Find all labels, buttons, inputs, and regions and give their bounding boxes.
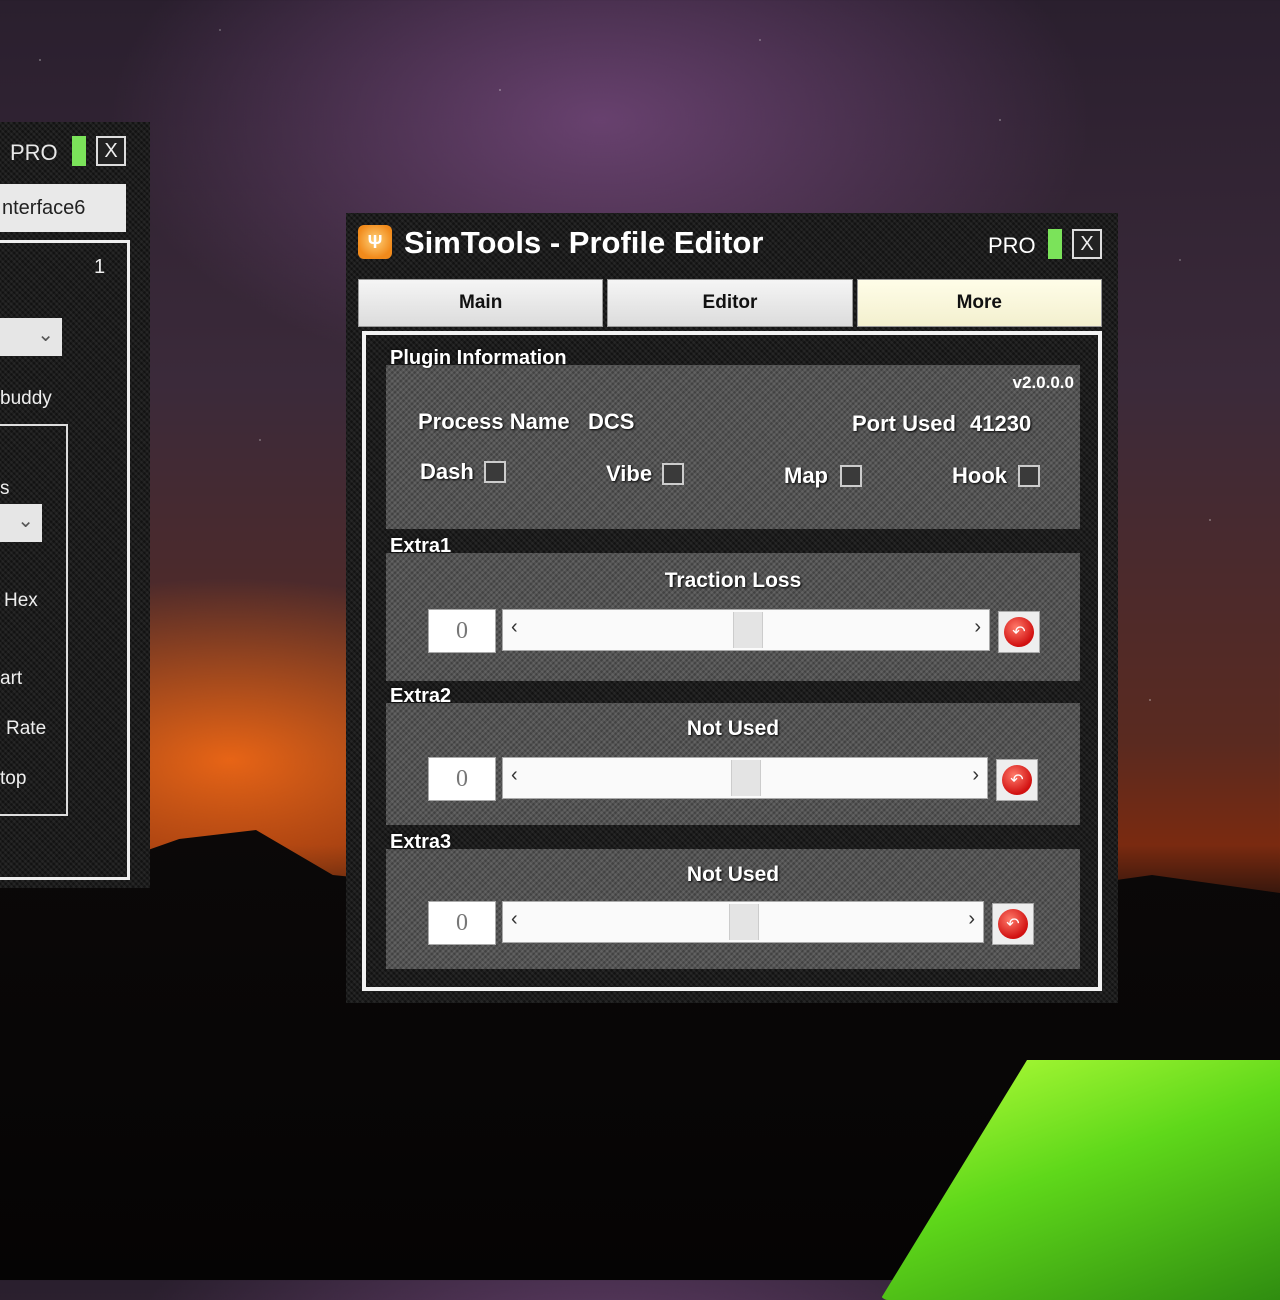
extra3-value[interactable]: 0: [428, 901, 496, 945]
scroll-right-icon[interactable]: ›: [974, 616, 981, 639]
group-title: Plugin Information: [390, 347, 567, 369]
dropdown-1[interactable]: ⌄: [0, 318, 62, 356]
inner-frame: [0, 424, 68, 816]
extra2-slider[interactable]: ‹ ›: [502, 757, 988, 799]
extra2-value[interactable]: 0: [428, 757, 496, 801]
title-bar[interactable]: Ψ SimTools - Profile Editor PRO X: [346, 213, 1118, 275]
process-name-value: DCS: [588, 409, 635, 434]
window-title: SimTools - Profile Editor: [404, 225, 764, 260]
checkbox-label-dash: Dash: [420, 459, 474, 484]
left-label-s: s: [0, 478, 10, 499]
left-label-hex: Hex: [4, 590, 38, 611]
checkbox-label-hook: Hook: [952, 463, 1007, 488]
scroll-left-icon[interactable]: ‹: [511, 764, 518, 787]
checkbox-hook[interactable]: [1018, 465, 1040, 487]
scroll-left-icon[interactable]: ‹: [511, 616, 518, 639]
extra3-title: Not Used: [686, 863, 780, 886]
slider-thumb[interactable]: [733, 612, 763, 648]
tab-main[interactable]: Main: [358, 279, 604, 327]
left-label-buddy: buddy: [0, 388, 52, 409]
extra3-slider[interactable]: ‹ ›: [502, 901, 984, 943]
number-label: 1: [94, 256, 106, 278]
extra2-panel: Not Used 0 ‹ › ↶: [386, 703, 1080, 825]
port-used-label: Port Used: [852, 411, 956, 436]
content-panel: v2.0.0.0 Process Name DCS Port Used 4123…: [362, 331, 1102, 991]
dropdown-2[interactable]: ⌄: [0, 504, 42, 542]
left-label-top: top: [0, 768, 27, 789]
extra1-slider[interactable]: ‹ ›: [502, 609, 990, 651]
extra1-value[interactable]: 0: [428, 609, 496, 653]
scroll-left-icon[interactable]: ‹: [511, 908, 518, 931]
plugin-version: v2.0.0.0: [1012, 373, 1074, 392]
group-title: Extra2: [390, 685, 452, 707]
simtools-logo-icon: Ψ: [358, 225, 392, 259]
extra1-panel: Traction Loss 0 ‹ › ↶: [386, 553, 1080, 681]
extra1-reset-button[interactable]: ↶: [998, 611, 1040, 653]
background-window[interactable]: PRO X nterface6 1 ⌄ buddy s ⌄ Hex art Ra…: [0, 122, 150, 888]
plugin-information-panel: v2.0.0.0 Process Name DCS Port Used 4123…: [386, 365, 1080, 529]
extra3-reset-button[interactable]: ↶: [992, 903, 1034, 945]
interface-field[interactable]: nterface6: [0, 184, 126, 232]
checkbox-vibe[interactable]: [662, 463, 684, 485]
process-name-label: Process Name: [418, 409, 570, 434]
checkbox-map[interactable]: [840, 465, 862, 487]
reset-icon: ↶: [1002, 765, 1032, 795]
tab-bar: Main Editor More: [358, 279, 1102, 327]
tab-more[interactable]: More: [856, 279, 1102, 327]
slider-thumb[interactable]: [729, 904, 759, 940]
extra1-group: Traction Loss 0 ‹ › ↶ Extra1: [386, 535, 1080, 681]
extra3-panel: Not Used 0 ‹ › ↶: [386, 849, 1080, 969]
left-label-rate: Rate: [6, 718, 47, 739]
slider-thumb[interactable]: [731, 760, 761, 796]
scroll-right-icon[interactable]: ›: [972, 764, 979, 787]
checkbox-dash[interactable]: [484, 461, 506, 483]
group-title: Extra3: [390, 831, 452, 853]
extra3-group: Not Used 0 ‹ › ↶ Extra3: [386, 831, 1080, 969]
pro-label: PRO: [988, 233, 1036, 258]
close-button[interactable]: X: [1072, 229, 1102, 259]
pro-status-indicator: [72, 136, 86, 166]
checkbox-label-map: Map: [784, 463, 828, 488]
extra2-group: Not Used 0 ‹ › ↶ Extra2: [386, 685, 1080, 825]
reset-icon: ↶: [1004, 617, 1034, 647]
plugin-information-group: v2.0.0.0 Process Name DCS Port Used 4123…: [386, 347, 1080, 529]
extra2-reset-button[interactable]: ↶: [996, 759, 1038, 801]
chevron-down-icon: ⌄: [17, 510, 34, 532]
profile-editor-window[interactable]: Ψ SimTools - Profile Editor PRO X Main E…: [346, 213, 1118, 1003]
checkbox-label-vibe: Vibe: [606, 461, 653, 486]
tab-editor[interactable]: Editor: [607, 279, 853, 327]
extra1-title: Traction Loss: [664, 569, 802, 592]
group-title: Extra1: [390, 535, 452, 557]
extra2-title: Not Used: [686, 717, 780, 740]
pro-status-indicator: [1048, 229, 1062, 259]
left-label-art: art: [0, 668, 23, 689]
port-used-value: 41230: [970, 411, 1032, 436]
reset-icon: ↶: [998, 909, 1028, 939]
pro-label: PRO: [10, 140, 58, 165]
scroll-right-icon[interactable]: ›: [968, 908, 975, 931]
chevron-down-icon: ⌄: [37, 324, 54, 346]
close-button[interactable]: X: [96, 136, 126, 166]
